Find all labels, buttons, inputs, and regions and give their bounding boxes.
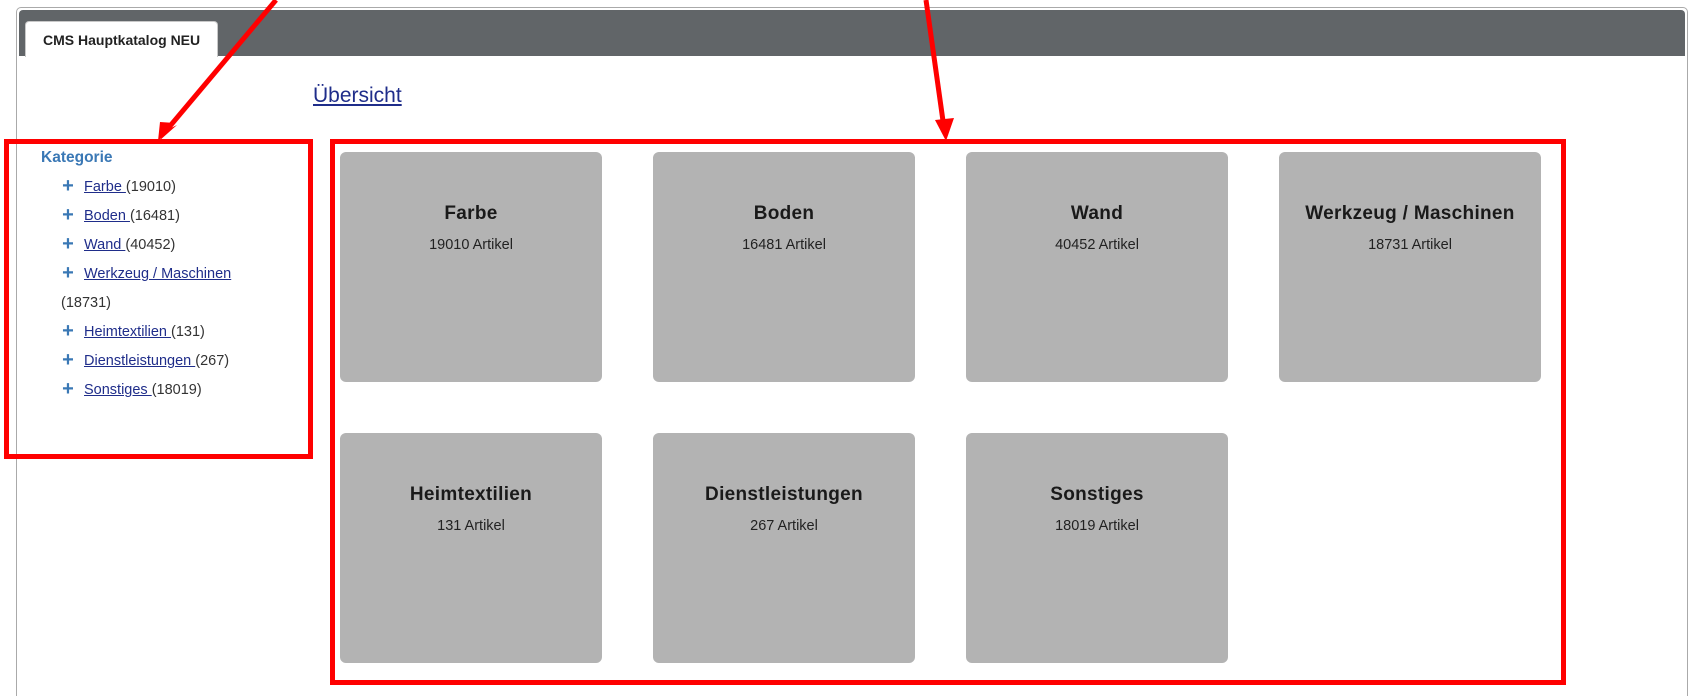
sidebar-item-heimtextilien: + Heimtextilien (131) (41, 318, 296, 347)
sidebar-item-count: (267) (195, 353, 230, 369)
tile-heimtextilien[interactable]: Heimtextilien 131 Artikel (340, 433, 602, 663)
sidebar-item-link[interactable]: Boden (84, 208, 130, 224)
sidebar-item-count: (18731) (61, 295, 111, 311)
plus-icon[interactable]: + (60, 176, 76, 196)
sidebar-item-sonstiges: + Sonstiges (18019) (41, 376, 296, 405)
tile-title: Werkzeug / Maschinen (1305, 203, 1515, 224)
tile-count: 19010 Artikel (429, 237, 513, 253)
sidebar-title: Kategorie (41, 149, 113, 166)
plus-icon[interactable]: + (60, 379, 76, 399)
sidebar-item-boden: + Boden (16481) (41, 202, 296, 231)
tile-title: Sonstiges (1050, 484, 1144, 505)
tile-dienstleistungen[interactable]: Dienstleistungen 267 Artikel (653, 433, 915, 663)
tab-bar: CMS Hauptkatalog NEU (19, 10, 1685, 57)
sidebar-item-link[interactable]: Werkzeug / Maschinen (84, 266, 231, 282)
tile-count: 267 Artikel (750, 518, 818, 534)
sidebar-item-count: (40452) (125, 237, 176, 253)
tile-title: Dienstleistungen (705, 484, 863, 505)
sidebar-item-dienstleistungen: + Dienstleistungen (267) (41, 347, 296, 376)
tile-title: Boden (753, 203, 815, 224)
tile-count: 40452 Artikel (1055, 237, 1139, 253)
tile-count: 18019 Artikel (1055, 518, 1139, 534)
sidebar-item-count: (16481) (129, 208, 180, 224)
sidebar-item-link[interactable]: Heimtextilien (84, 324, 171, 340)
plus-icon[interactable]: + (60, 263, 76, 283)
overview-link[interactable]: Übersicht (313, 84, 402, 108)
plus-icon[interactable]: + (60, 234, 76, 254)
plus-icon[interactable]: + (60, 205, 76, 225)
sidebar-item-count: (131) (171, 324, 205, 340)
tile-wand[interactable]: Wand 40452 Artikel (966, 152, 1228, 382)
tile-sonstiges[interactable]: Sonstiges 18019 Artikel (966, 433, 1228, 663)
tile-title: Wand (1070, 203, 1124, 224)
tile-title: Farbe (444, 203, 498, 224)
tab-cms-hauptkatalog[interactable]: CMS Hauptkatalog NEU (25, 21, 219, 57)
sidebar-item-count: (19010) (125, 179, 176, 195)
sidebar-item-link[interactable]: Sonstiges (84, 382, 152, 398)
category-sidebar: Kategorie + Farbe (19010) + Boden (16481) … (41, 149, 296, 405)
tile-count: 16481 Artikel (742, 237, 826, 253)
plus-icon[interactable]: + (60, 350, 76, 370)
tile-boden[interactable]: Boden 16481 Artikel (653, 152, 915, 382)
sidebar-item-link[interactable]: Wand (84, 237, 125, 253)
plus-icon[interactable]: + (60, 321, 76, 341)
tile-title: Heimtextilien (409, 484, 533, 505)
sidebar-item-link[interactable]: Dienstleistungen (84, 353, 195, 369)
sidebar-item-werkzeug: + Werkzeug / Maschinen (18731) (41, 260, 296, 318)
sidebar-item-farbe: + Farbe (19010) (41, 173, 296, 202)
tile-werkzeug-maschinen[interactable]: Werkzeug / Maschinen 18731 Artikel (1279, 152, 1541, 382)
sidebar-item-count: (18019) (151, 382, 202, 398)
sidebar-item-wand: + Wand (40452) (41, 231, 296, 260)
tile-farbe[interactable]: Farbe 19010 Artikel (340, 152, 602, 382)
sidebar-item-link[interactable]: Farbe (84, 179, 126, 195)
tile-count: 18731 Artikel (1368, 237, 1452, 253)
tile-count: 131 Artikel (437, 518, 505, 534)
